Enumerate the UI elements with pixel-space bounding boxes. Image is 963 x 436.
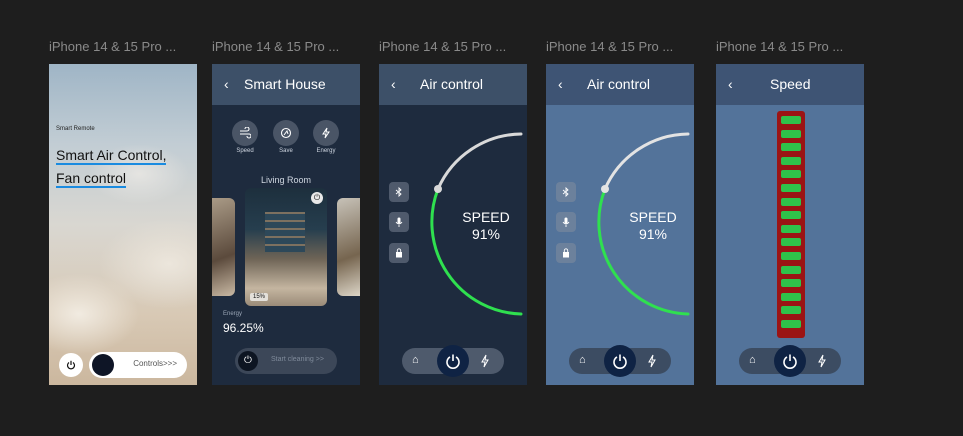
room-badge: 15% <box>250 293 269 301</box>
speed-level-meter[interactable] <box>777 111 805 338</box>
page-title: Speed <box>770 76 811 92</box>
dial-track <box>603 132 690 191</box>
shortcut-speed[interactable] <box>232 120 258 146</box>
controls-slider[interactable]: Controls>>> <box>89 352 187 378</box>
frame-label-2: iPhone 14 & 15 Pro ... <box>212 39 340 54</box>
level-segment <box>781 170 801 179</box>
frame-label-3: iPhone 14 & 15 Pro ... <box>379 39 507 54</box>
start-cleaning-label: Start cleaning >> <box>271 356 324 363</box>
level-segment <box>781 129 801 138</box>
home-icon[interactable]: ⌂ <box>579 354 586 366</box>
fan-icon <box>240 127 251 139</box>
home-icon[interactable]: ⌂ <box>412 354 419 366</box>
headline-line2: Fan control <box>56 170 127 188</box>
bolt-icon[interactable] <box>647 354 657 368</box>
level-segment <box>781 265 801 274</box>
power-icon <box>783 354 797 369</box>
frame-label-1: iPhone 14 & 15 Pro ... <box>49 39 177 54</box>
bolt-icon[interactable] <box>480 354 490 368</box>
page-title: Smart House <box>244 76 326 92</box>
dial-knob <box>601 185 609 193</box>
frame-smart-remote: Smart Remote Smart Air Control, Fan cont… <box>49 64 197 385</box>
slider-knob[interactable] <box>92 354 114 376</box>
level-segment <box>781 238 801 247</box>
level-segment <box>781 279 801 288</box>
frame-air-control-light: ‹ Air control SPEED 91% ⌂ <box>546 64 694 385</box>
header: ‹ Speed <box>716 64 864 105</box>
bottom-nav: ⌂ <box>739 345 841 377</box>
shortcut-save[interactable] <box>273 120 299 146</box>
level-segment <box>781 224 801 233</box>
shortcut-label-speed: Speed <box>236 148 254 154</box>
shortcut-label-save: Save <box>279 148 293 154</box>
small-title: Smart Remote <box>56 126 95 132</box>
level-segment <box>781 116 801 124</box>
cloud-bg <box>49 64 197 385</box>
power-icon <box>613 354 627 369</box>
bottom-nav: ⌂ <box>569 345 671 377</box>
power-icon <box>66 360 76 370</box>
home-icon[interactable]: ⌂ <box>749 354 756 366</box>
power-button[interactable] <box>437 345 469 377</box>
level-segment <box>781 252 801 260</box>
power-button[interactable] <box>59 353 83 377</box>
back-icon[interactable]: ‹ <box>224 76 229 92</box>
room-card[interactable]: ⏻ 15% <box>245 188 327 306</box>
dial-track <box>436 132 523 191</box>
headline-line1: Smart Air Control, <box>56 147 167 165</box>
power-button[interactable] <box>604 345 636 377</box>
frame-label-5: iPhone 14 & 15 Pro ... <box>716 39 844 54</box>
bolt-icon <box>322 127 330 139</box>
level-segment <box>781 211 801 220</box>
level-segment <box>781 197 801 206</box>
shortcut-energy[interactable] <box>313 120 339 146</box>
speed-label: SPEED <box>629 209 677 225</box>
level-segment <box>781 320 801 328</box>
room-title: Living Room <box>260 175 312 185</box>
power-icon <box>446 354 460 369</box>
frame-air-control-dark: ‹ Air control SPEED 91% ⌂ <box>379 64 527 385</box>
level-segment <box>781 156 801 165</box>
energy-label: Energy <box>223 311 243 317</box>
dial-progress <box>597 187 690 316</box>
start-power-button[interactable]: ⏻ <box>238 351 258 371</box>
shortcut-label-energy: Energy <box>316 148 336 154</box>
controls-label: Controls>>> <box>133 359 177 368</box>
room-card-right[interactable] <box>337 198 360 296</box>
room-shelves <box>265 212 305 252</box>
dial-knob <box>434 185 442 193</box>
power-button[interactable] <box>774 345 806 377</box>
dial-progress <box>430 187 523 316</box>
energy-value: 96.25% <box>223 321 264 335</box>
room-card-left[interactable] <box>212 198 235 296</box>
back-icon[interactable]: ‹ <box>728 76 733 92</box>
header: ‹ Smart House <box>212 64 360 105</box>
level-segment <box>781 143 801 152</box>
speed-label: SPEED <box>462 209 510 225</box>
level-segment <box>781 292 801 301</box>
frame-label-4: iPhone 14 & 15 Pro ... <box>546 39 674 54</box>
start-cleaning-bar[interactable]: ⏻ Start cleaning >> <box>235 348 337 374</box>
frame-speed: ‹ Speed ⌂ <box>716 64 864 385</box>
frame-smart-house: ‹ Smart House Speed Save Energy Living R… <box>212 64 360 385</box>
bolt-icon[interactable] <box>817 354 827 368</box>
bottom-nav: ⌂ <box>402 345 504 377</box>
speed-value: 91% <box>471 226 501 242</box>
eco-icon <box>280 127 292 139</box>
level-segment <box>781 184 801 192</box>
room-power-icon[interactable]: ⏻ <box>311 192 323 204</box>
level-segment <box>781 306 801 315</box>
speed-value: 91% <box>638 226 668 242</box>
